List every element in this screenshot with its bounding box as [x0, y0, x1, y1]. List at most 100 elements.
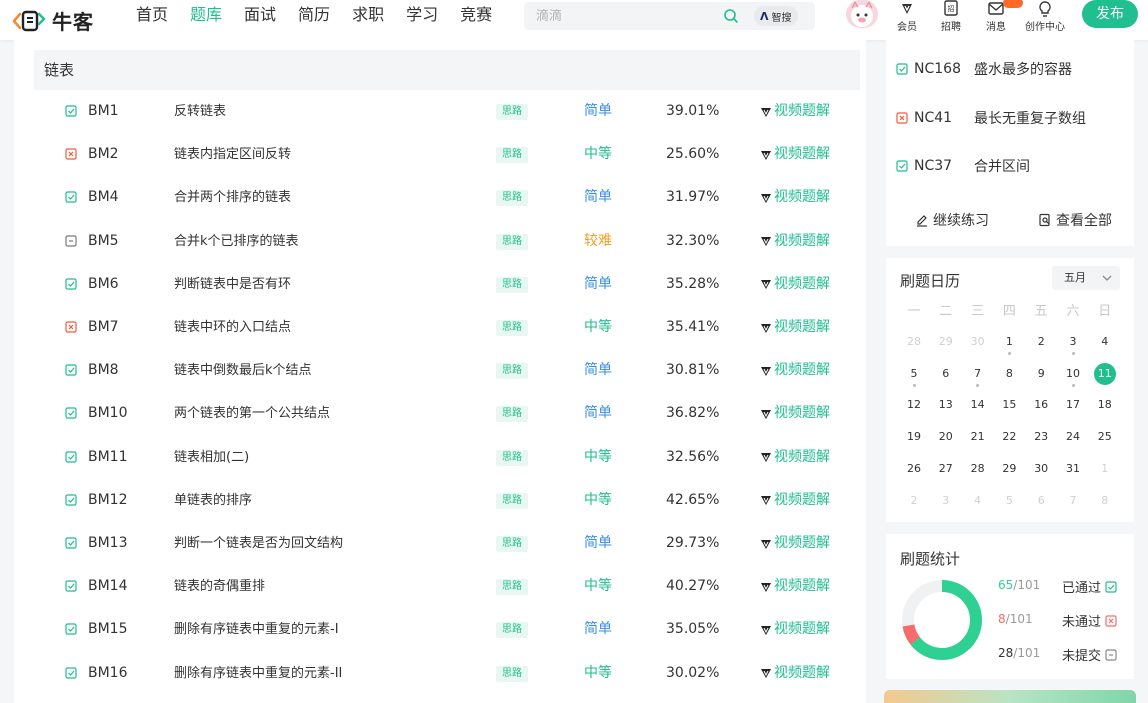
idea-tag[interactable]: 思路: [496, 320, 528, 336]
video-solution-link[interactable]: 视频题解: [760, 176, 830, 219]
video-solution-link[interactable]: 视频题解: [760, 263, 830, 306]
calendar-day[interactable]: 16: [1030, 394, 1052, 416]
problem-row[interactable]: BM7 链表中环的入口结点 思路 中等 35.41% 视频题解: [34, 306, 860, 349]
nav-item-1[interactable]: 题库: [190, 0, 222, 44]
nav-item-5[interactable]: 学习: [406, 0, 438, 40]
calendar-day[interactable]: 22: [998, 426, 1020, 448]
calendar-day-today[interactable]: 11: [1093, 362, 1116, 385]
problem-row[interactable]: BM13 判断一个链表是否为回文结构 思路 简单 29.73% 视频题解: [34, 522, 860, 565]
calendar-day[interactable]: 29: [998, 458, 1020, 480]
recommend-item[interactable]: NC168 盛水最多的容器: [896, 59, 1072, 79]
calendar-day[interactable]: 4: [1094, 331, 1116, 353]
nav-item-0[interactable]: 首页: [136, 0, 168, 40]
month-select[interactable]: 五月: [1052, 266, 1120, 290]
video-solution-link[interactable]: 视频题解: [760, 522, 830, 565]
calendar-day[interactable]: 8: [998, 363, 1020, 385]
calendar-day[interactable]: 7: [967, 363, 989, 385]
continue-practice-button[interactable]: 继续练习: [915, 210, 989, 230]
video-solution-link[interactable]: 视频题解: [760, 306, 830, 349]
problem-row[interactable]: BM2 链表内指定区间反转 思路 中等 25.60% 视频题解: [34, 133, 860, 176]
calendar-day[interactable]: 27: [935, 458, 957, 480]
calendar-day[interactable]: 28: [967, 458, 989, 480]
calendar-day[interactable]: 19: [903, 426, 925, 448]
calendar-day[interactable]: 29: [935, 331, 957, 353]
avatar[interactable]: [846, 0, 878, 28]
idea-tag[interactable]: 思路: [496, 147, 528, 164]
calendar-day[interactable]: 8: [1094, 490, 1116, 512]
problem-title[interactable]: 反转链表: [174, 90, 226, 133]
idea-tag[interactable]: 思路: [496, 622, 528, 639]
problem-title[interactable]: 链表相加(二): [174, 436, 249, 479]
problem-title[interactable]: 单链表的排序: [174, 479, 252, 522]
calendar-day[interactable]: 2: [903, 490, 925, 512]
problem-title[interactable]: 删除有序链表中重复的元素-I: [174, 608, 339, 651]
idea-tag[interactable]: 思路: [496, 492, 528, 509]
ai-search-button[interactable]: Λ 智搜: [754, 6, 798, 26]
recommend-item[interactable]: NC41 最长无重复子数组: [896, 108, 1086, 128]
video-solution-link[interactable]: 视频题解: [760, 133, 830, 176]
calendar-day[interactable]: 3: [1062, 331, 1084, 353]
idea-tag[interactable]: 思路: [496, 449, 528, 466]
idea-tag[interactable]: 思路: [496, 536, 528, 552]
video-solution-link[interactable]: 视频题解: [760, 349, 830, 392]
problem-title[interactable]: 合并k个已排序的链表: [174, 220, 299, 263]
problem-title[interactable]: 链表中倒数最后k个结点: [174, 349, 312, 392]
problem-row[interactable]: BM16 删除有序链表中重复的元素-II 思路 中等 30.02% 视频题解: [34, 652, 860, 695]
idea-tag[interactable]: 思路: [496, 579, 528, 596]
calendar-day[interactable]: 12: [903, 394, 925, 416]
calendar-day[interactable]: 26: [903, 458, 925, 480]
calendar-day[interactable]: 20: [935, 426, 957, 448]
problem-row[interactable]: BM12 单链表的排序 思路 中等 42.65% 视频题解: [34, 479, 860, 522]
video-solution-link[interactable]: 视频题解: [760, 608, 830, 651]
problem-title[interactable]: 链表中环的入口结点: [174, 306, 291, 349]
problem-title[interactable]: 判断一个链表是否为回文结构: [174, 522, 343, 565]
idea-tag[interactable]: 思路: [496, 406, 528, 423]
calendar-day[interactable]: 9: [1030, 363, 1052, 385]
calendar-day[interactable]: 21: [967, 426, 989, 448]
calendar-day[interactable]: 17: [1062, 394, 1084, 416]
calendar-day[interactable]: 24: [1062, 426, 1084, 448]
nav-item-3[interactable]: 简历: [298, 0, 330, 40]
calendar-day[interactable]: 31: [1062, 458, 1084, 480]
problem-row[interactable]: BM8 链表中倒数最后k个结点 思路 简单 30.81% 视频题解: [34, 349, 860, 392]
calendar-day[interactable]: 2: [1030, 331, 1052, 353]
idea-tag[interactable]: 思路: [496, 233, 528, 250]
video-solution-link[interactable]: 视频题解: [760, 392, 830, 435]
calendar-day[interactable]: 15: [998, 394, 1020, 416]
video-solution-link[interactable]: 视频题解: [760, 90, 830, 133]
calendar-day[interactable]: 30: [967, 331, 989, 353]
problem-row[interactable]: BM1 反转链表 思路 简单 39.01% 视频题解: [34, 90, 860, 133]
problem-row[interactable]: BM4 合并两个排序的链表 思路 简单 31.97% 视频题解: [34, 176, 860, 219]
video-solution-link[interactable]: 视频题解: [760, 220, 830, 263]
video-solution-link[interactable]: 视频题解: [760, 565, 830, 608]
vip-button[interactable]: 会员: [897, 0, 917, 33]
problem-row[interactable]: BM15 删除有序链表中重复的元素-I 思路 简单 35.05% 视频题解: [34, 608, 860, 651]
search-input[interactable]: [524, 8, 714, 24]
view-all-button[interactable]: 查看全部: [1038, 210, 1112, 230]
video-solution-link[interactable]: 视频题解: [760, 436, 830, 479]
publish-button[interactable]: 发布: [1082, 0, 1138, 28]
problem-title[interactable]: 链表内指定区间反转: [174, 133, 291, 176]
calendar-day[interactable]: 1: [998, 331, 1020, 353]
logo[interactable]: 牛客: [12, 6, 94, 35]
idea-tag[interactable]: 思路: [496, 104, 528, 120]
calendar-day[interactable]: 13: [935, 394, 957, 416]
idea-tag[interactable]: 思路: [496, 276, 528, 293]
calendar-day[interactable]: 14: [967, 394, 989, 416]
calendar-day[interactable]: 25: [1094, 426, 1116, 448]
calendar-day[interactable]: 30: [1030, 458, 1052, 480]
promo-banner[interactable]: [884, 690, 1136, 703]
problem-row[interactable]: BM5 合并k个已排序的链表 思路 较难 32.30% 视频题解: [34, 220, 860, 263]
nav-item-4[interactable]: 求职: [352, 0, 384, 40]
problem-title[interactable]: 合并两个排序的链表: [174, 176, 291, 219]
search-icon[interactable]: [723, 8, 739, 24]
calendar-day[interactable]: 18: [1094, 394, 1116, 416]
calendar-day[interactable]: 23: [1030, 426, 1052, 448]
problem-row[interactable]: BM14 链表的奇偶重排 思路 中等 40.27% 视频题解: [34, 565, 860, 608]
calendar-day[interactable]: 7: [1062, 490, 1084, 512]
problem-title[interactable]: 判断链表中是否有环: [174, 263, 291, 306]
idea-tag[interactable]: 思路: [496, 363, 528, 380]
problem-row[interactable]: BM10 两个链表的第一个公共结点 思路 简单 36.82% 视频题解: [34, 392, 860, 435]
video-solution-link[interactable]: 视频题解: [760, 479, 830, 522]
problem-title[interactable]: 删除有序链表中重复的元素-II: [174, 652, 342, 695]
